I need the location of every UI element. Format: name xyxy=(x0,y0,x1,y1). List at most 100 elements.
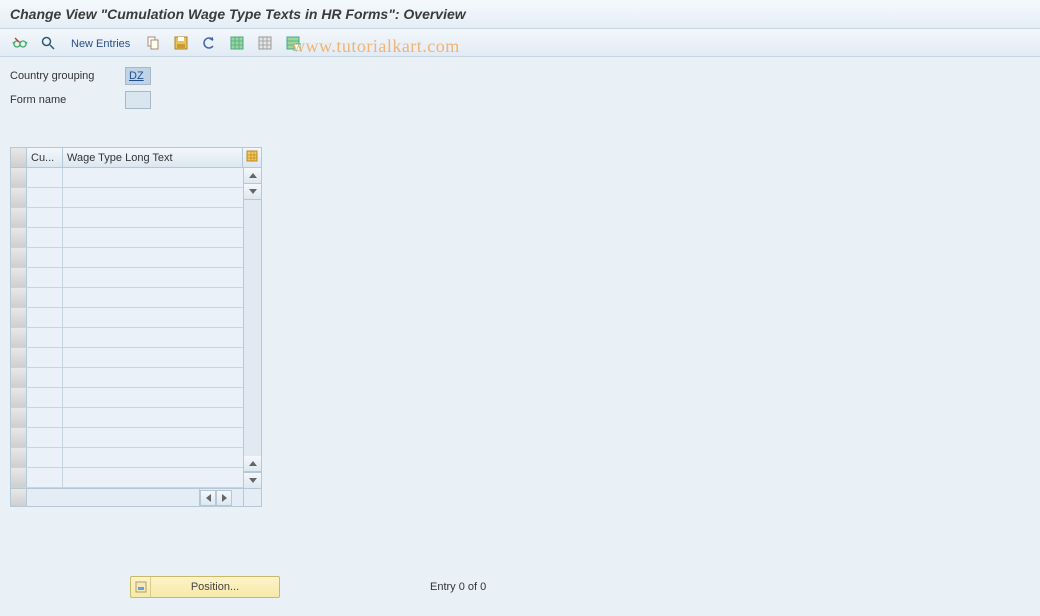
footer-selector[interactable] xyxy=(11,489,27,506)
cell-wage-type[interactable] xyxy=(63,468,243,487)
column-header-wage-type[interactable]: Wage Type Long Text xyxy=(63,148,243,167)
cell-wage-type[interactable] xyxy=(63,188,243,207)
new-entries-button[interactable]: New Entries xyxy=(64,33,137,53)
chevron-up-icon xyxy=(249,461,257,466)
cell-cu[interactable] xyxy=(27,348,63,367)
cell-wage-type[interactable] xyxy=(63,308,243,327)
undo-icon xyxy=(201,35,217,51)
scroll-left-button[interactable] xyxy=(200,490,216,506)
cell-wage-type[interactable] xyxy=(63,408,243,427)
row-selector[interactable] xyxy=(11,348,27,367)
cell-cu[interactable] xyxy=(27,368,63,387)
row-selector[interactable] xyxy=(11,288,27,307)
copy-icon xyxy=(145,35,161,51)
cell-cu[interactable] xyxy=(27,328,63,347)
table-row xyxy=(11,368,243,388)
form-name-label: Form name xyxy=(10,94,125,106)
table-row xyxy=(11,348,243,368)
scroll-down-button[interactable] xyxy=(244,472,261,488)
copy-button[interactable] xyxy=(141,33,165,53)
row-selector[interactable] xyxy=(11,388,27,407)
row-selector[interactable] xyxy=(11,468,27,487)
cell-wage-type[interactable] xyxy=(63,248,243,267)
row-selector[interactable] xyxy=(11,428,27,447)
table-row xyxy=(11,428,243,448)
table-row xyxy=(11,408,243,428)
cell-wage-type[interactable] xyxy=(63,228,243,247)
table-row xyxy=(11,448,243,468)
cell-cu[interactable] xyxy=(27,408,63,427)
grid-green-icon xyxy=(229,35,245,51)
cell-wage-type[interactable] xyxy=(63,208,243,227)
chevron-up-icon xyxy=(249,173,257,178)
row-selector[interactable] xyxy=(11,228,27,247)
glasses-toggle-button[interactable] xyxy=(8,33,32,53)
row-selector[interactable] xyxy=(11,408,27,427)
row-selector[interactable] xyxy=(11,328,27,347)
variable-list-button[interactable] xyxy=(281,33,305,53)
cell-wage-type[interactable] xyxy=(63,368,243,387)
row-selector[interactable] xyxy=(11,268,27,287)
cell-wage-type[interactable] xyxy=(63,288,243,307)
table-row xyxy=(11,388,243,408)
save-button[interactable] xyxy=(169,33,193,53)
table-settings-button[interactable] xyxy=(243,148,261,167)
cell-cu[interactable] xyxy=(27,228,63,247)
row-selector[interactable] xyxy=(11,368,27,387)
select-all-button[interactable] xyxy=(225,33,249,53)
scroll-down-button-2[interactable] xyxy=(244,456,261,472)
delimit-button[interactable] xyxy=(253,33,277,53)
position-button[interactable]: Position... xyxy=(130,576,280,598)
form-area: Country grouping Form name xyxy=(0,57,1040,117)
cell-wage-type[interactable] xyxy=(63,428,243,447)
page-title: Change View "Cumulation Wage Type Texts … xyxy=(0,0,1040,29)
bottom-bar: Position... Entry 0 of 0 xyxy=(0,576,1040,598)
table-footer xyxy=(11,488,261,506)
cell-cu[interactable] xyxy=(27,208,63,227)
scroll-right-button[interactable] xyxy=(216,490,232,506)
cell-wage-type[interactable] xyxy=(63,388,243,407)
position-icon xyxy=(131,577,151,597)
vertical-scrollbar[interactable] xyxy=(243,168,261,488)
country-grouping-field[interactable] xyxy=(125,67,151,85)
cell-cu[interactable] xyxy=(27,168,63,187)
row-selector[interactable] xyxy=(11,188,27,207)
cell-cu[interactable] xyxy=(27,188,63,207)
cell-cu[interactable] xyxy=(27,388,63,407)
row-selector[interactable] xyxy=(11,168,27,187)
scroll-up-button[interactable] xyxy=(244,168,261,184)
cell-wage-type[interactable] xyxy=(63,448,243,467)
cell-wage-type[interactable] xyxy=(63,328,243,347)
scrollbar-track[interactable] xyxy=(244,200,261,456)
data-table: Cu... Wage Type Long Text xyxy=(10,147,262,507)
cell-cu[interactable] xyxy=(27,288,63,307)
cell-cu[interactable] xyxy=(27,448,63,467)
entry-status-text: Entry 0 of 0 xyxy=(430,581,486,593)
cell-cu[interactable] xyxy=(27,428,63,447)
form-name-field[interactable] xyxy=(125,91,151,109)
cell-cu[interactable] xyxy=(27,468,63,487)
select-all-rows[interactable] xyxy=(11,148,27,167)
row-selector[interactable] xyxy=(11,308,27,327)
cell-wage-type[interactable] xyxy=(63,268,243,287)
cell-wage-type[interactable] xyxy=(63,348,243,367)
table-row xyxy=(11,308,243,328)
table-row xyxy=(11,188,243,208)
horizontal-scrollbar[interactable] xyxy=(199,489,243,506)
row-selector[interactable] xyxy=(11,448,27,467)
undo-button[interactable] xyxy=(197,33,221,53)
table-row xyxy=(11,288,243,308)
table-row xyxy=(11,168,243,188)
find-button[interactable] xyxy=(36,33,60,53)
row-selector[interactable] xyxy=(11,248,27,267)
cell-cu[interactable] xyxy=(27,268,63,287)
cell-cu[interactable] xyxy=(27,308,63,327)
table-row xyxy=(11,328,243,348)
scroll-up-button-2[interactable] xyxy=(244,184,261,200)
cell-cu[interactable] xyxy=(27,248,63,267)
column-header-cu[interactable]: Cu... xyxy=(27,148,63,167)
magnifier-icon xyxy=(40,35,56,51)
row-selector[interactable] xyxy=(11,208,27,227)
country-grouping-label: Country grouping xyxy=(10,70,125,82)
cell-wage-type[interactable] xyxy=(63,168,243,187)
